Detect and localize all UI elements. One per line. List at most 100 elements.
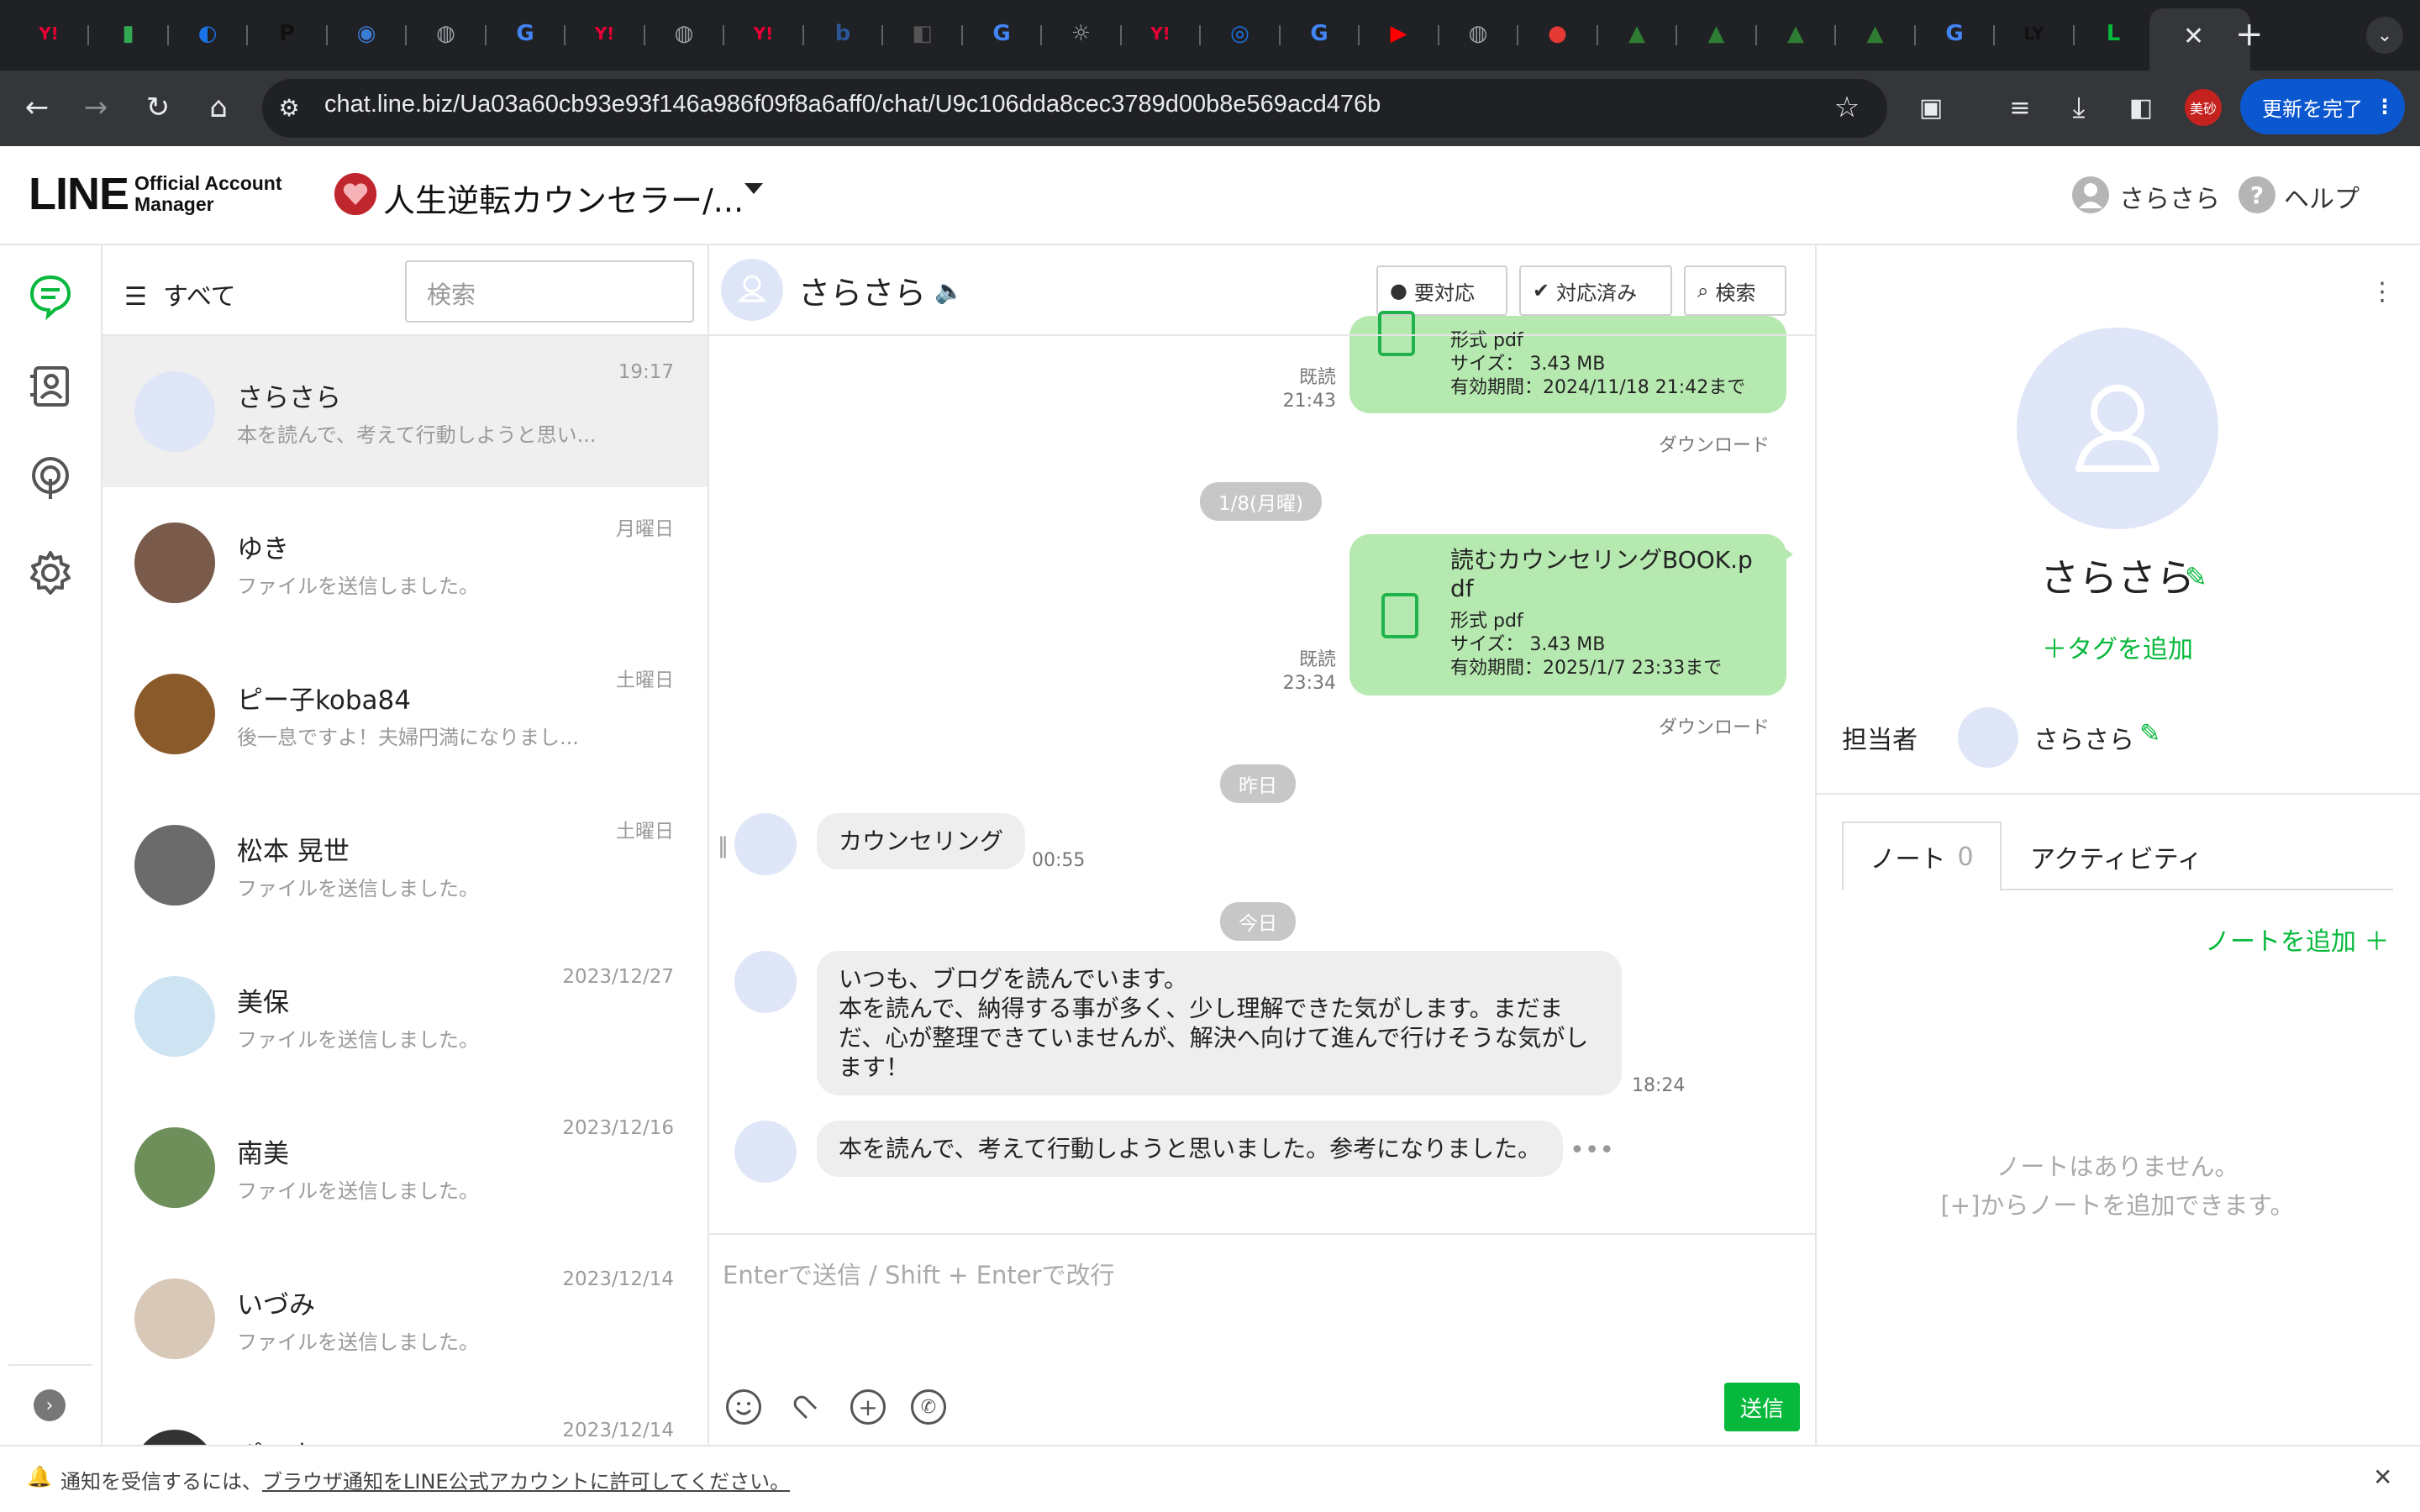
new-tab-icon[interactable]: + <box>2235 15 2264 54</box>
browser-tab[interactable]: ◐ <box>189 12 226 55</box>
forward-icon[interactable]: → <box>74 86 118 129</box>
tab-search-icon[interactable]: ⌄ <box>2366 17 2403 54</box>
chat-list-item[interactable]: 南美 ファイルを送信しました。 2023/12/16 <box>103 1092 708 1243</box>
browser-tab[interactable]: ▲ <box>1698 12 1735 55</box>
account-dropdown-icon[interactable] <box>744 183 763 194</box>
user-name[interactable]: さらさら <box>2119 178 2220 215</box>
browser-tab[interactable]: G <box>1301 12 1338 55</box>
add-note-button[interactable]: ノートを追加 ＋ <box>2205 921 2390 958</box>
expand-rail-icon[interactable]: › <box>34 1389 66 1421</box>
download-link[interactable]: ダウンロード <box>1659 712 1770 739</box>
browser-tab[interactable]: P <box>269 12 306 55</box>
account-switcher[interactable]: 人生逆転カウンセラー/... <box>383 175 744 221</box>
chat-list-item[interactable]: ピー子koba84 後一息ですよ！夫婦円満になりまし... 土曜日 <box>103 638 708 790</box>
message-preview: ファイルを送信しました。 <box>237 1179 479 1203</box>
chat-icon[interactable] <box>25 270 76 321</box>
browser-tab[interactable]: ◉ <box>348 12 385 55</box>
browser-tab[interactable]: G <box>1936 12 1973 55</box>
user-avatar[interactable] <box>2072 176 2109 213</box>
back-icon[interactable]: ← <box>15 86 59 129</box>
tab-activity[interactable]: アクティビティ <box>2030 838 2202 875</box>
add-content-icon[interactable]: + <box>850 1389 886 1425</box>
allow-notifications-link[interactable]: ブラウザ通知をLINE公式アカウントに許可してください。 <box>262 1470 790 1494</box>
browser-tab[interactable]: b <box>824 12 861 55</box>
bookmark-star-icon[interactable]: ☆ <box>1825 86 1869 129</box>
browser-tab[interactable]: L <box>2095 12 2132 55</box>
browser-tab[interactable]: Y! <box>587 12 623 55</box>
extensions-icon[interactable]: ▣ <box>1909 86 1953 129</box>
close-notification-icon[interactable]: ✕ <box>2373 1463 2392 1491</box>
edit-owner-icon[interactable]: ✎ <box>2139 719 2160 748</box>
browser-tab[interactable]: ◍ <box>1460 12 1497 55</box>
home-icon[interactable]: ⌂ <box>197 86 240 129</box>
media-icon[interactable]: ≡ <box>1998 86 2042 129</box>
message-preview: 後一息ですよ！夫婦円満になりまし... <box>237 726 579 749</box>
profile-avatar[interactable] <box>2017 328 2218 529</box>
download-icon[interactable]: ⤓ <box>2057 86 2101 129</box>
message-input[interactable] <box>723 1250 1798 1300</box>
sender-avatar[interactable] <box>734 1121 797 1183</box>
browser-tab[interactable]: LY <box>2016 12 2053 55</box>
contact-name: ピー子koba84 <box>237 685 411 716</box>
browser-tab[interactable]: ◧ <box>904 12 941 55</box>
contacts-icon[interactable] <box>25 361 76 412</box>
call-icon[interactable]: ✆ <box>911 1389 946 1425</box>
help-link[interactable]: ヘルプ <box>2284 178 2360 215</box>
chat-search-input[interactable]: 検索 <box>405 260 694 323</box>
incoming-message[interactable]: カウンセリング <box>817 813 1026 869</box>
tab-separator <box>405 25 407 45</box>
settings-gear-icon[interactable] <box>25 548 76 598</box>
browser-tab[interactable]: ☼ <box>1063 12 1100 55</box>
close-tab-icon[interactable]: ✕ <box>2183 22 2204 51</box>
browser-tab[interactable]: G <box>507 12 544 55</box>
incoming-message[interactable]: いつも、ブログを読んでいます。 本を読んで、納得する事が多く、少し理解できた気が… <box>817 951 1622 1095</box>
sender-avatar[interactable] <box>734 813 797 875</box>
side-panel-icon[interactable]: ◧ <box>2119 86 2163 129</box>
more-options-icon[interactable]: ••• <box>1570 1136 1614 1165</box>
browser-tab[interactable]: ▲ <box>1618 12 1655 55</box>
chat-avatar[interactable] <box>721 259 783 321</box>
browser-tab[interactable]: Y! <box>30 12 67 55</box>
emoji-icon[interactable] <box>726 1389 761 1425</box>
browser-tab[interactable]: ▶ <box>1381 12 1418 55</box>
chat-list-item[interactable]: 美保 ファイルを送信しました。 2023/12/27 <box>103 941 708 1092</box>
chat-search-button[interactable]: ⌕ 検索 <box>1684 265 1786 316</box>
update-button[interactable]: 更新を完了 ⋮ <box>2240 79 2405 134</box>
add-tag-link[interactable]: ＋タグを追加 <box>2033 628 2202 665</box>
sound-icon[interactable]: 🔈 <box>934 277 964 305</box>
browser-tab[interactable]: ▮ <box>110 12 147 55</box>
browser-tab[interactable]: ▲ <box>1777 12 1814 55</box>
drag-handle-icon[interactable]: ‖ <box>718 833 729 858</box>
broadcast-icon[interactable] <box>25 454 76 504</box>
browser-tab[interactable]: ◍ <box>666 12 702 55</box>
profile-avatar[interactable]: 美砂 <box>2185 89 2222 126</box>
done-button[interactable]: ✔ 対応済み <box>1519 265 1672 316</box>
browser-tab[interactable]: Y! <box>1142 12 1179 55</box>
panel-menu-icon[interactable]: ⋮ <box>2370 277 2395 307</box>
browser-tab[interactable]: Y! <box>745 12 782 55</box>
browser-tab[interactable]: G <box>983 12 1020 55</box>
chat-list-item[interactable]: ゆき ファイルを送信しました。 月曜日 <box>103 487 708 638</box>
chat-list-item[interactable]: さらさら 本を読んで、考えて行動しようと思い... 19:17 <box>103 336 708 487</box>
chat-filter[interactable]: ☰ すべて <box>124 276 236 312</box>
chat-list-item[interactable]: いづみ ファイルを送信しました。 2023/12/14 <box>103 1243 708 1394</box>
send-button[interactable]: 送信 <box>1724 1383 1800 1431</box>
site-info-icon[interactable]: ⚙ <box>267 86 311 129</box>
download-link[interactable]: ダウンロード <box>1659 430 1770 457</box>
chat-list-item[interactable]: 松本 晃世 ファイルを送信しました。 土曜日 <box>103 790 708 941</box>
file-icon <box>1381 593 1418 638</box>
browser-tab[interactable]: ▲ <box>1857 12 1894 55</box>
last-message-time: 19:17 <box>618 361 674 383</box>
edit-name-icon[interactable]: ✎ <box>2185 561 2207 593</box>
tab-notes[interactable]: ノート 0 <box>1842 822 2002 890</box>
sender-avatar[interactable] <box>734 951 797 1013</box>
reload-icon[interactable]: ↻ <box>136 86 180 129</box>
browser-tab[interactable]: ◍ <box>428 12 465 55</box>
help-icon[interactable]: ? <box>2238 176 2275 213</box>
incoming-message[interactable]: 本を読んで、考えて行動しようと思いました。参考になりました。 <box>817 1121 1564 1177</box>
needs-action-button[interactable]: ● 要対応 <box>1376 265 1507 316</box>
line-logo[interactable]: LINE <box>29 168 129 220</box>
browser-tab[interactable]: ◎ <box>1222 12 1259 55</box>
file-expiry: 有効期間：2024/11/18 21:42まで <box>1450 377 1746 398</box>
browser-tab[interactable]: ● <box>1539 12 1576 55</box>
